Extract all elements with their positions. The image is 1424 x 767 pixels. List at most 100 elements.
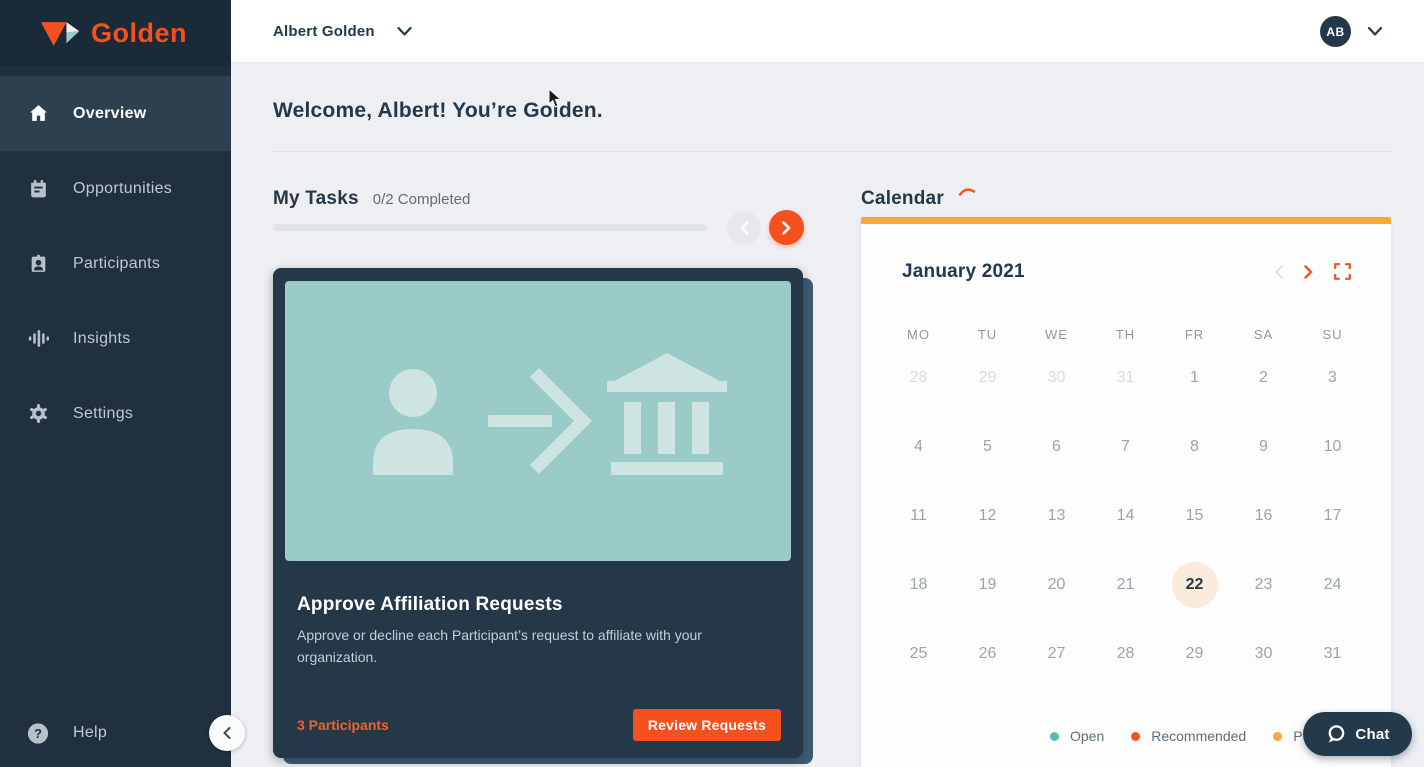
- calendar-day-23[interactable]: 23: [1229, 550, 1298, 619]
- sidebar-collapse-button[interactable]: [209, 715, 245, 751]
- calendar-day-31[interactable]: 31: [1298, 619, 1367, 688]
- weekday-label: SA: [1229, 327, 1298, 342]
- sidebar-item-label: Participants: [73, 255, 160, 273]
- calendar-day-12[interactable]: 12: [953, 481, 1022, 550]
- calendar-day-20[interactable]: 20: [1022, 550, 1091, 619]
- calendar-day-18[interactable]: 18: [884, 550, 953, 619]
- calendar-day-4[interactable]: 4: [884, 412, 953, 481]
- day-number: 20: [1048, 576, 1066, 594]
- calendar-day-11[interactable]: 11: [884, 481, 953, 550]
- calendar-day-24[interactable]: 24: [1298, 550, 1367, 619]
- calendar-expand-button[interactable]: [1334, 263, 1351, 280]
- calendar-day-30[interactable]: 30: [1229, 619, 1298, 688]
- sidebar-item-opportunities[interactable]: Opportunities: [0, 151, 231, 226]
- calendar-day-10[interactable]: 10: [1298, 412, 1367, 481]
- calendar-card: January 2021 MO TU: [861, 217, 1391, 767]
- day-number: 23: [1255, 576, 1273, 594]
- page-title: Welcome, Albert! You’re Golden.: [273, 99, 603, 123]
- day-number: 28: [1117, 645, 1135, 663]
- sidebar-item-participants[interactable]: Participants: [0, 226, 231, 301]
- tasks-next-button[interactable]: [769, 210, 804, 245]
- calendar-month-label: January 2021: [902, 261, 1025, 283]
- calendar-day-30[interactable]: 30: [1022, 343, 1091, 412]
- day-number: 8: [1190, 438, 1199, 456]
- calendar-day-28[interactable]: 28: [1091, 619, 1160, 688]
- calendar-day-14[interactable]: 14: [1091, 481, 1160, 550]
- chat-bubble-icon: [1325, 724, 1346, 745]
- review-requests-button[interactable]: Review Requests: [633, 709, 781, 741]
- day-number: 11: [910, 507, 927, 525]
- day-number: 5: [983, 438, 992, 456]
- legend-label: Recommended: [1151, 728, 1246, 744]
- day-number: 15: [1186, 507, 1204, 525]
- calendar-day-1[interactable]: 1: [1160, 343, 1229, 412]
- calendar-legend: OpenRecommendedP: [1050, 728, 1303, 744]
- calendar-grid: 2829303112345678910111213141516171819202…: [884, 343, 1367, 688]
- day-number: 29: [979, 369, 997, 387]
- calendar-next-month-button[interactable]: [1304, 265, 1313, 279]
- sidebar-item-label: Settings: [73, 405, 133, 423]
- calendar-day-17[interactable]: 17: [1298, 481, 1367, 550]
- day-number: 2: [1259, 369, 1268, 387]
- sidebar-item-settings[interactable]: Settings: [0, 376, 231, 451]
- calendar-day-29[interactable]: 29: [953, 343, 1022, 412]
- day-number: 17: [1324, 507, 1342, 525]
- sidebar-item-overview[interactable]: Overview: [0, 76, 231, 151]
- calendar-day-2[interactable]: 2: [1229, 343, 1298, 412]
- calendar-header: Calendar: [861, 188, 976, 210]
- day-number: 19: [979, 576, 997, 594]
- divider: [273, 151, 1391, 152]
- sidebar-item-label: Insights: [73, 330, 131, 348]
- brand-name: Golden: [91, 18, 187, 49]
- calendar-day-29[interactable]: 29: [1160, 619, 1229, 688]
- chevron-down-icon: [1368, 27, 1382, 36]
- svg-text:?: ?: [34, 726, 42, 741]
- tasks-prev-button[interactable]: [727, 211, 761, 245]
- calendar-day-13[interactable]: 13: [1022, 481, 1091, 550]
- user-menu[interactable]: AB: [1320, 0, 1382, 63]
- legend-dot-icon: [1273, 732, 1282, 741]
- calendar-day-5[interactable]: 5: [953, 412, 1022, 481]
- legend-dot-icon: [1050, 732, 1059, 741]
- calendar-day-28[interactable]: 28: [884, 343, 953, 412]
- day-number: 7: [1121, 438, 1130, 456]
- calendar-day-26[interactable]: 26: [953, 619, 1022, 688]
- calendar-day-15[interactable]: 15: [1160, 481, 1229, 550]
- calendar-day-25[interactable]: 25: [884, 619, 953, 688]
- topbar: Albert Golden AB: [231, 0, 1424, 63]
- sidebar-item-insights[interactable]: Insights: [0, 301, 231, 376]
- calendar-day-9[interactable]: 9: [1229, 412, 1298, 481]
- tasks-progress-bar: [273, 224, 707, 231]
- calendar-day-27[interactable]: 27: [1022, 619, 1091, 688]
- day-number: 31: [1324, 645, 1342, 663]
- sidebar-item-help[interactable]: ? Help: [0, 710, 231, 756]
- legend-item-p: P: [1273, 728, 1302, 744]
- calendar-day-19[interactable]: 19: [953, 550, 1022, 619]
- person-arrow-bank-icon: [285, 281, 791, 561]
- calendar-day-3[interactable]: 3: [1298, 343, 1367, 412]
- day-number: 21: [1117, 576, 1135, 594]
- calendar-day-21[interactable]: 21: [1091, 550, 1160, 619]
- calendar-day-8[interactable]: 8: [1160, 412, 1229, 481]
- day-number: 6: [1052, 438, 1061, 456]
- avatar[interactable]: AB: [1320, 16, 1351, 47]
- chevron-down-icon: [397, 27, 412, 36]
- weekday-label: SU: [1298, 327, 1367, 342]
- weekday-label: MO: [884, 327, 953, 342]
- day-number: 16: [1255, 507, 1273, 525]
- day-number: 13: [1048, 507, 1066, 525]
- calendar-prev-month-button[interactable]: [1274, 265, 1283, 279]
- calendar-day-16[interactable]: 16: [1229, 481, 1298, 550]
- calendar-title: Calendar: [861, 188, 944, 210]
- brand-logo[interactable]: Golden: [0, 0, 231, 67]
- participants-link[interactable]: 3 Participants: [297, 717, 389, 733]
- account-switcher[interactable]: Albert Golden: [273, 0, 412, 63]
- chat-button[interactable]: Chat: [1303, 712, 1412, 756]
- task-card-title: Approve Affiliation Requests: [297, 594, 563, 616]
- weekday-label: WE: [1022, 327, 1091, 342]
- question-icon: ?: [27, 722, 49, 744]
- calendar-day-31[interactable]: 31: [1091, 343, 1160, 412]
- calendar-day-7[interactable]: 7: [1091, 412, 1160, 481]
- calendar-day-22-selected[interactable]: 22: [1160, 550, 1229, 619]
- calendar-day-6[interactable]: 6: [1022, 412, 1091, 481]
